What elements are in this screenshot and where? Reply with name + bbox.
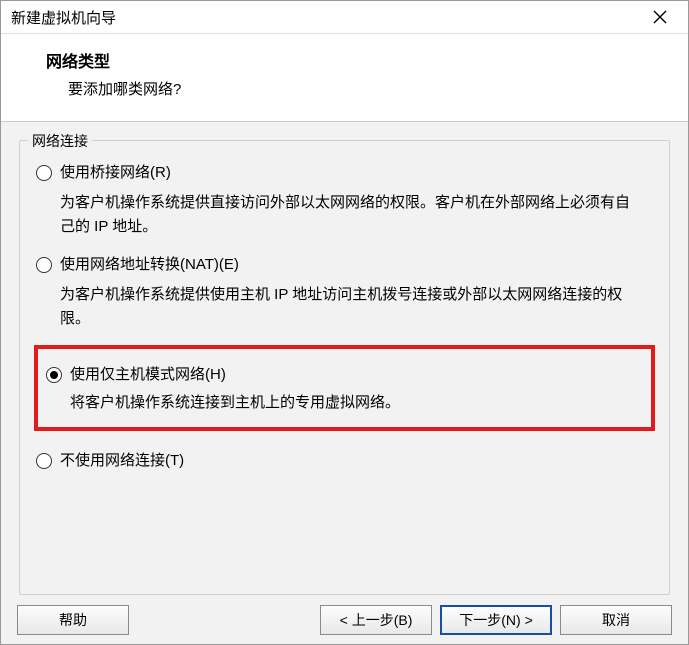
option-bridged-desc: 为客户机操作系统提供直接访问外部以太网网络的权限。客户机在外部网络上必须有自己的… [34, 191, 634, 239]
back-button[interactable]: < 上一步(B) [320, 605, 432, 635]
option-nat-desc: 为客户机操作系统提供使用主机 IP 地址访问主机拨号连接或外部以太网网络连接的权… [34, 283, 634, 331]
option-hostonly[interactable]: 使用仅主机模式网络(H) [44, 363, 641, 387]
radio-none[interactable] [36, 453, 52, 469]
option-nat-label: 使用网络地址转换(NAT)(E) [60, 255, 655, 275]
content-area: 网络连接 使用桥接网络(R) 为客户机操作系统提供直接访问外部以太网网络的权限。… [1, 121, 688, 595]
page-subtitle: 要添加哪类网络? [46, 78, 668, 99]
network-fieldset: 网络连接 使用桥接网络(R) 为客户机操作系统提供直接访问外部以太网网络的权限。… [19, 140, 670, 595]
option-hostonly-desc: 将客户机操作系统连接到主机上的专用虚拟网络。 [44, 391, 641, 415]
radio-bridged[interactable] [36, 165, 52, 181]
highlight-box: 使用仅主机模式网络(H) 将客户机操作系统连接到主机上的专用虚拟网络。 [34, 345, 655, 431]
titlebar: 新建虚拟机向导 [1, 1, 688, 34]
option-bridged-label: 使用桥接网络(R) [60, 163, 655, 183]
window-title: 新建虚拟机向导 [11, 7, 640, 28]
footer: 帮助 < 上一步(B) 下一步(N) > 取消 [1, 595, 688, 644]
page-title: 网络类型 [46, 48, 668, 72]
wizard-window: 新建虚拟机向导 网络类型 要添加哪类网络? 网络连接 使用桥接网络(R) 为客户… [0, 0, 689, 645]
wizard-header: 网络类型 要添加哪类网络? [1, 34, 688, 121]
close-icon[interactable] [640, 3, 680, 31]
radio-hostonly[interactable] [46, 367, 62, 383]
option-none[interactable]: 不使用网络连接(T) [34, 449, 655, 473]
fieldset-legend: 网络连接 [28, 131, 92, 151]
cancel-button[interactable]: 取消 [560, 605, 672, 635]
option-hostonly-label: 使用仅主机模式网络(H) [70, 365, 641, 385]
radio-nat[interactable] [36, 257, 52, 273]
option-nat[interactable]: 使用网络地址转换(NAT)(E) [34, 253, 655, 277]
option-none-label: 不使用网络连接(T) [60, 451, 655, 471]
next-button[interactable]: 下一步(N) > [440, 605, 552, 635]
help-button[interactable]: 帮助 [17, 605, 129, 635]
option-bridged[interactable]: 使用桥接网络(R) [34, 161, 655, 185]
